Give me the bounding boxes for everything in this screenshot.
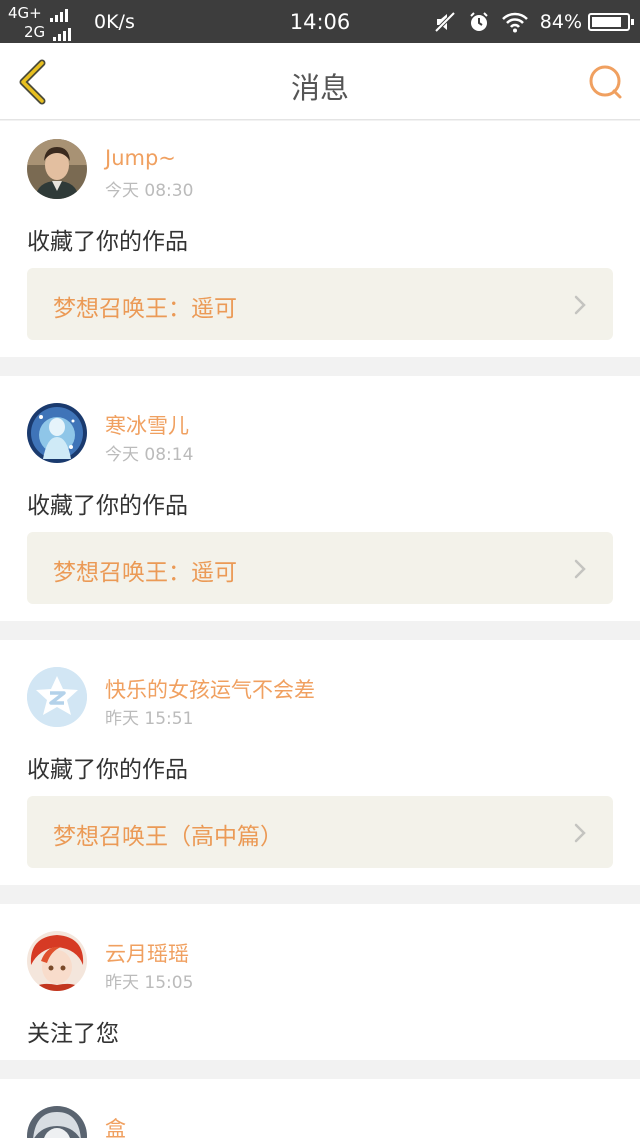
work-title: 梦想召唤王：遥可 — [53, 296, 237, 322]
battery-icon — [588, 13, 634, 31]
message-card[interactable]: 快乐的女孩运气不会差 昨天 15:51 收藏了你的作品 梦想召唤王（高中篇） — [0, 640, 640, 885]
page-title: 消息 — [290, 71, 349, 105]
message-card[interactable]: 寒冰雪儿 今天 08:14 收藏了你的作品 梦想召唤王：遥可 — [0, 376, 640, 621]
chevron-right-icon — [574, 559, 586, 579]
avatar[interactable] — [27, 403, 87, 463]
default-avatar-icon[interactable] — [27, 667, 87, 727]
action-text: 收藏了你的作品 — [27, 757, 188, 783]
avatar[interactable] — [27, 1106, 87, 1138]
username[interactable]: 盒 — [105, 1113, 126, 1138]
work-link[interactable]: 梦想召唤王：遥可 — [27, 532, 613, 604]
timestamp: 昨天 15:05 — [105, 973, 194, 993]
search-icon — [589, 65, 622, 99]
work-link[interactable]: 梦想召唤王（高中篇） — [27, 796, 613, 868]
action-text: 收藏了你的作品 — [27, 493, 188, 519]
avatar[interactable] — [27, 139, 87, 199]
timestamp: 昨天 15:51 — [105, 709, 194, 729]
username[interactable]: 快乐的女孩运气不会差 — [105, 674, 315, 704]
nav-bar: 消息 — [0, 43, 640, 120]
message-card[interactable]: Jump~ 今天 08:30 收藏了你的作品 梦想召唤王：遥可 — [0, 121, 640, 357]
username[interactable]: 云月瑶瑶 — [105, 938, 189, 968]
message-card[interactable]: 盒 — [0, 1079, 640, 1138]
avatar[interactable] — [27, 931, 87, 991]
work-link[interactable]: 梦想召唤王：遥可 — [27, 268, 613, 340]
message-card[interactable]: 云月瑶瑶 昨天 15:05 关注了您 — [0, 904, 640, 1060]
wifi-icon — [501, 11, 528, 33]
action-text: 关注了您 — [27, 1021, 119, 1047]
battery-percent: 84% — [539, 11, 582, 33]
timestamp: 今天 08:14 — [105, 445, 194, 465]
chevron-right-icon — [574, 823, 586, 843]
status-bar: 4G+ 2G 0K/s 14:06 84% — [0, 0, 640, 43]
username[interactable]: Jump~ — [105, 146, 176, 170]
mute-icon — [434, 11, 456, 33]
work-title: 梦想召唤王（高中篇） — [53, 824, 283, 850]
work-title: 梦想召唤王：遥可 — [53, 560, 237, 586]
alarm-icon — [468, 11, 490, 33]
username[interactable]: 寒冰雪儿 — [105, 410, 189, 440]
search-button[interactable] — [586, 62, 626, 102]
timestamp: 今天 08:30 — [105, 181, 194, 201]
chevron-right-icon — [574, 295, 586, 315]
action-text: 收藏了你的作品 — [27, 229, 188, 255]
